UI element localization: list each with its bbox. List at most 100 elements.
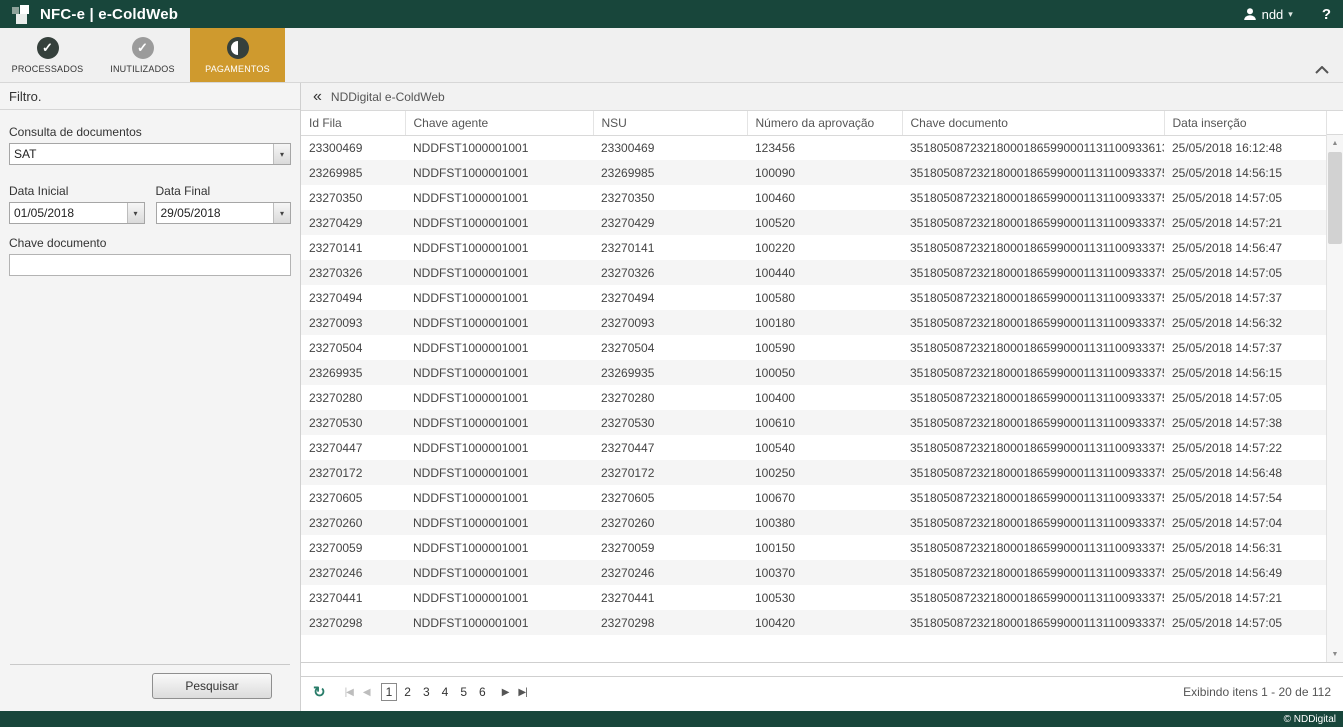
page-button[interactable]: 4: [437, 683, 454, 701]
table-cell: 100580: [747, 285, 902, 310]
table-row[interactable]: 23270260NDDFST10000010012327026010038035…: [301, 510, 1326, 535]
table-row[interactable]: 23270605NDDFST10000010012327060510067035…: [301, 485, 1326, 510]
table-cell: 100090: [747, 160, 902, 185]
column-header[interactable]: Chave documento: [902, 111, 1164, 135]
previous-page-icon[interactable]: ◀: [363, 687, 370, 698]
table-cell: 351805087232180001865990001131100933375: [902, 585, 1164, 610]
table-cell: 123456: [747, 135, 902, 160]
table-cell: 23270059: [301, 535, 405, 560]
table-cell: 23270504: [593, 335, 747, 360]
tab-inutilizados[interactable]: ✓ INUTILIZADOS: [95, 28, 190, 82]
table-row[interactable]: 23270326NDDFST10000010012327032610044035…: [301, 260, 1326, 285]
vertical-scrollbar[interactable]: ▲ ▼: [1326, 111, 1343, 662]
table-cell: NDDFST1000001001: [405, 185, 593, 210]
column-header[interactable]: Número da aprovação: [747, 111, 902, 135]
table-cell: 23270605: [593, 485, 747, 510]
table-row[interactable]: 23270246NDDFST10000010012327024610037035…: [301, 560, 1326, 585]
table-cell: 25/05/2018 14:57:21: [1164, 585, 1326, 610]
table-cell: NDDFST1000001001: [405, 235, 593, 260]
table-cell: 23270429: [593, 210, 747, 235]
table-cell: NDDFST1000001001: [405, 535, 593, 560]
chevron-down-icon[interactable]: ▾: [273, 144, 290, 164]
column-header[interactable]: NSU: [593, 111, 747, 135]
app-title: NFC-e | e-ColdWeb: [40, 6, 178, 23]
next-page-icon[interactable]: ▶: [502, 687, 509, 698]
table-cell: 100380: [747, 510, 902, 535]
table-cell: NDDFST1000001001: [405, 210, 593, 235]
collapse-ribbon-icon[interactable]: [1315, 66, 1329, 74]
pesquisar-button[interactable]: Pesquisar: [152, 673, 272, 699]
table-row[interactable]: 23270447NDDFST10000010012327044710054035…: [301, 435, 1326, 460]
column-header[interactable]: Data inserção: [1164, 111, 1326, 135]
collapse-sidebar-icon[interactable]: «: [313, 89, 322, 105]
table-cell: NDDFST1000001001: [405, 160, 593, 185]
table-row[interactable]: 23270141NDDFST10000010012327014110022035…: [301, 235, 1326, 260]
table-cell: 23270280: [301, 385, 405, 410]
table-cell: NDDFST1000001001: [405, 285, 593, 310]
page-button[interactable]: 6: [474, 683, 491, 701]
table-cell: 351805087232180001865990001131100933375: [902, 185, 1164, 210]
table-cell: 23270447: [301, 435, 405, 460]
table-cell: 23270441: [301, 585, 405, 610]
table-row[interactable]: 23270504NDDFST10000010012327050410059035…: [301, 335, 1326, 360]
table-cell: 351805087232180001865990001131100933375: [902, 310, 1164, 335]
column-header[interactable]: Id Fila: [301, 111, 405, 135]
help-button[interactable]: ?: [1322, 6, 1331, 23]
table-cell: 25/05/2018 14:57:38: [1164, 410, 1326, 435]
table-cell: NDDFST1000001001: [405, 435, 593, 460]
column-header[interactable]: Chave agente: [405, 111, 593, 135]
data-inicial-value: 01/05/2018: [10, 203, 127, 223]
table-cell: 100540: [747, 435, 902, 460]
data-inicial-select[interactable]: 01/05/2018 ▾: [9, 202, 145, 224]
table-cell: 351805087232180001865990001131100933375: [902, 435, 1164, 460]
scroll-up-icon[interactable]: ▲: [1327, 135, 1343, 151]
table-cell: 100610: [747, 410, 902, 435]
table-row[interactable]: 23270530NDDFST10000010012327053010061035…: [301, 410, 1326, 435]
refresh-icon[interactable]: ↻: [313, 683, 326, 701]
table-cell: 25/05/2018 16:12:48: [1164, 135, 1326, 160]
tab-label: PAGAMENTOS: [205, 64, 270, 74]
table-row[interactable]: 23269985NDDFST10000010012326998510009035…: [301, 160, 1326, 185]
table-cell: 25/05/2018 14:57:04: [1164, 510, 1326, 535]
chevron-down-icon[interactable]: ▾: [127, 203, 144, 223]
consulta-select[interactable]: SAT ▾: [9, 143, 291, 165]
page-button[interactable]: 3: [418, 683, 435, 701]
table-cell: 351805087232180001865990001131100933613: [902, 135, 1164, 160]
page-button[interactable]: 2: [399, 683, 416, 701]
table-cell: 23300469: [593, 135, 747, 160]
table-row[interactable]: 23270441NDDFST10000010012327044110053035…: [301, 585, 1326, 610]
last-page-icon[interactable]: ▶|: [518, 687, 526, 698]
table-row[interactable]: 23270280NDDFST10000010012327028010040035…: [301, 385, 1326, 410]
chevron-down-icon[interactable]: ▾: [273, 203, 290, 223]
tab-processados[interactable]: ✓ PROCESSADOS: [0, 28, 95, 82]
table-cell: 23270093: [301, 310, 405, 335]
data-final-select[interactable]: 29/05/2018 ▾: [156, 202, 292, 224]
user-menu[interactable]: ndd ▾: [1243, 7, 1293, 22]
table-cell: 25/05/2018 14:56:32: [1164, 310, 1326, 335]
table-cell: 100370: [747, 560, 902, 585]
table-cell: 23270504: [301, 335, 405, 360]
table-row[interactable]: 23269935NDDFST10000010012326993510005035…: [301, 360, 1326, 385]
table-row[interactable]: 23270350NDDFST10000010012327035010046035…: [301, 185, 1326, 210]
table-row[interactable]: 23270494NDDFST10000010012327049410058035…: [301, 285, 1326, 310]
table-row[interactable]: 23270172NDDFST10000010012327017210025035…: [301, 460, 1326, 485]
table-row[interactable]: 23270093NDDFST10000010012327009310018035…: [301, 310, 1326, 335]
page-button[interactable]: 1: [381, 683, 398, 701]
scrollbar-track[interactable]: [1327, 151, 1343, 646]
table-row[interactable]: 23270429NDDFST10000010012327042910052035…: [301, 210, 1326, 235]
table-row[interactable]: 23300469NDDFST10000010012330046912345635…: [301, 135, 1326, 160]
scrollbar-thumb[interactable]: [1328, 152, 1342, 244]
tab-pagamentos[interactable]: PAGAMENTOS: [190, 28, 285, 82]
chave-documento-input[interactable]: [9, 254, 291, 276]
scroll-down-icon[interactable]: ▼: [1327, 646, 1343, 662]
table-cell: 100400: [747, 385, 902, 410]
table-row[interactable]: 23270059NDDFST10000010012327005910015035…: [301, 535, 1326, 560]
table-cell: 23270326: [301, 260, 405, 285]
app-window: NFC-e | e-ColdWeb ndd ▾ ? ✓ PROCESSADOS: [0, 0, 1343, 727]
table-cell: 23270350: [301, 185, 405, 210]
table-row[interactable]: 23270298NDDFST10000010012327029810042035…: [301, 610, 1326, 635]
page-button[interactable]: 5: [455, 683, 472, 701]
first-page-icon[interactable]: |◀: [345, 687, 353, 698]
pagination-bar: ↻ |◀ ◀ 123456 ▶ ▶| Exibindo itens 1 - 20…: [301, 676, 1343, 707]
table-cell: 351805087232180001865990001131100933375: [902, 260, 1164, 285]
